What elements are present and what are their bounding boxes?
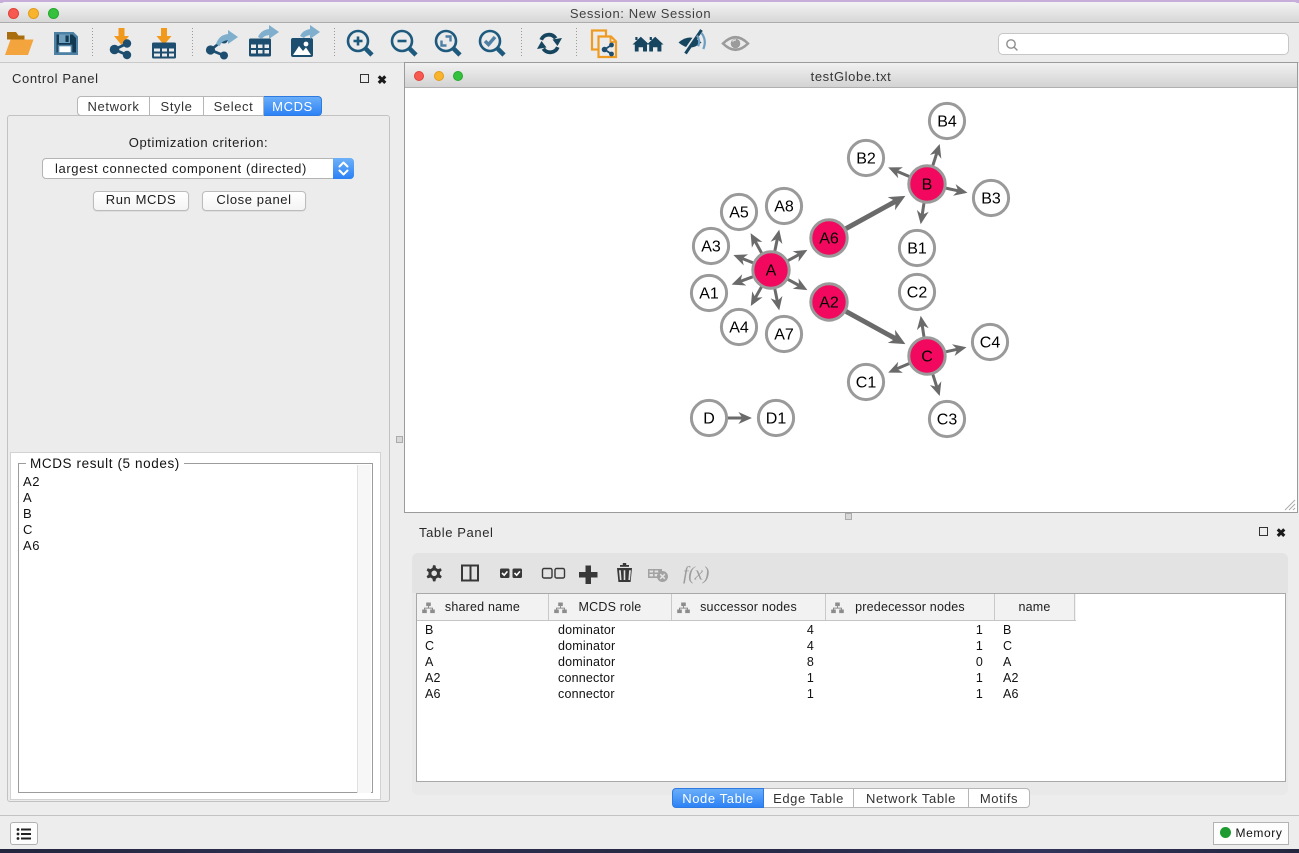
svg-text:C: C [921,349,933,366]
svg-text:B1: B1 [907,241,927,258]
svg-text:A: A [766,263,777,280]
svg-text:A3: A3 [701,239,721,256]
svg-text:A7: A7 [774,327,794,344]
svg-text:B2: B2 [856,151,876,168]
svg-text:A6: A6 [819,231,839,248]
svg-text:D1: D1 [766,411,787,428]
svg-text:f(x): f(x) [683,564,709,585]
svg-text:C3: C3 [937,412,958,429]
svg-text:B: B [922,177,933,194]
svg-text:B4: B4 [937,114,957,131]
svg-text:A2: A2 [819,295,839,312]
svg-text:C4: C4 [980,335,1001,352]
svg-text:A4: A4 [729,320,749,337]
svg-text:A1: A1 [699,286,719,303]
svg-text:A5: A5 [729,205,749,222]
svg-text:C2: C2 [907,285,928,302]
svg-text:C1: C1 [856,375,877,392]
svg-text:A8: A8 [774,199,794,216]
svg-text:B3: B3 [981,191,1001,208]
svg-text:D: D [703,411,715,428]
